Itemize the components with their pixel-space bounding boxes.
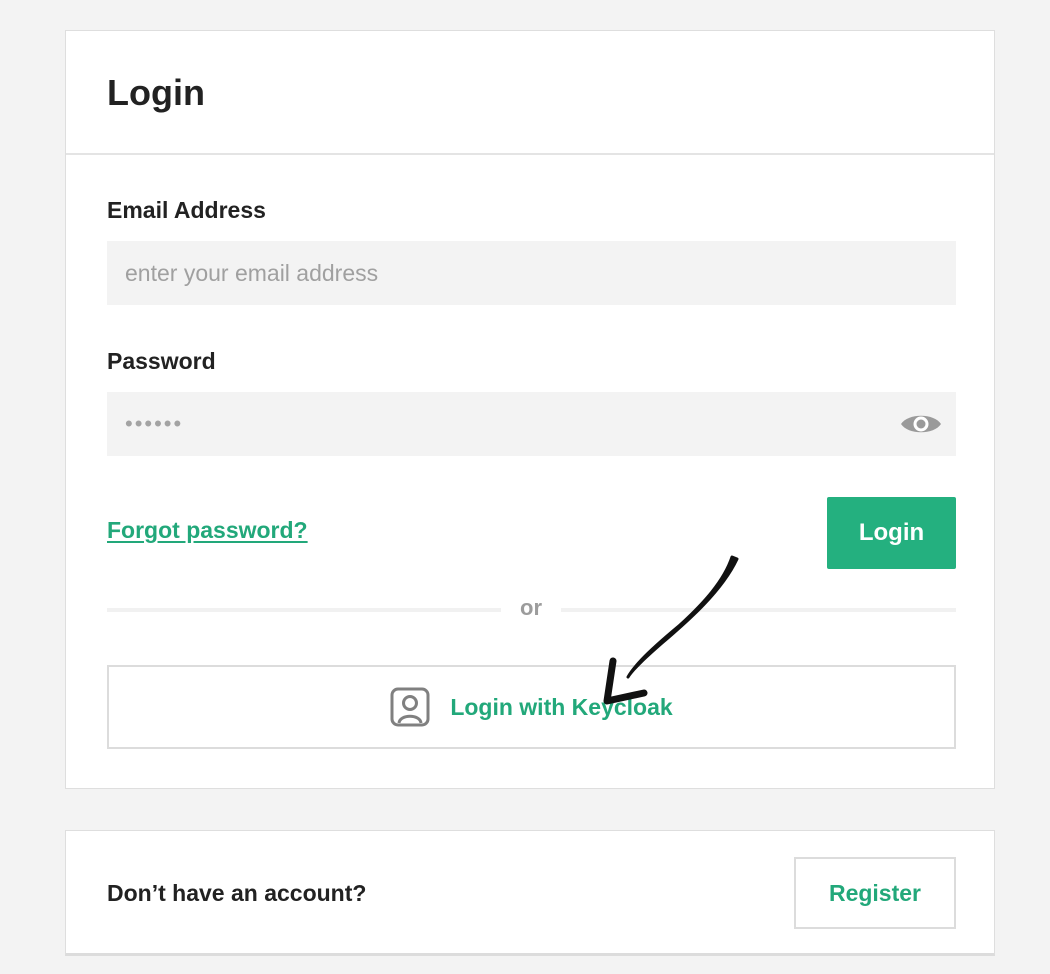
divider-left xyxy=(107,608,501,612)
show-password-toggle[interactable] xyxy=(899,408,943,440)
user-portrait-icon xyxy=(390,687,430,727)
login-with-keycloak-button[interactable]: Login with Keycloak xyxy=(107,665,956,749)
login-button[interactable]: Login xyxy=(827,497,956,569)
login-card: Login Email Address Password Forgot pass… xyxy=(65,30,995,789)
keycloak-button-label: Login with Keycloak xyxy=(450,694,673,720)
register-card: Don’t have an account? Register xyxy=(65,830,995,956)
eye-icon xyxy=(900,410,942,438)
forgot-password-link[interactable]: Forgot password? xyxy=(107,515,308,545)
register-button[interactable]: Register xyxy=(794,857,956,929)
login-card-header: Login xyxy=(66,31,994,155)
password-field[interactable] xyxy=(107,392,956,456)
divider-right xyxy=(561,608,956,612)
divider-or-text: or xyxy=(520,595,542,620)
email-field[interactable] xyxy=(107,241,956,305)
password-label: Password xyxy=(107,348,216,374)
page-title: Login xyxy=(107,72,205,113)
email-label: Email Address xyxy=(107,197,266,223)
no-account-prompt: Don’t have an account? xyxy=(107,880,367,906)
